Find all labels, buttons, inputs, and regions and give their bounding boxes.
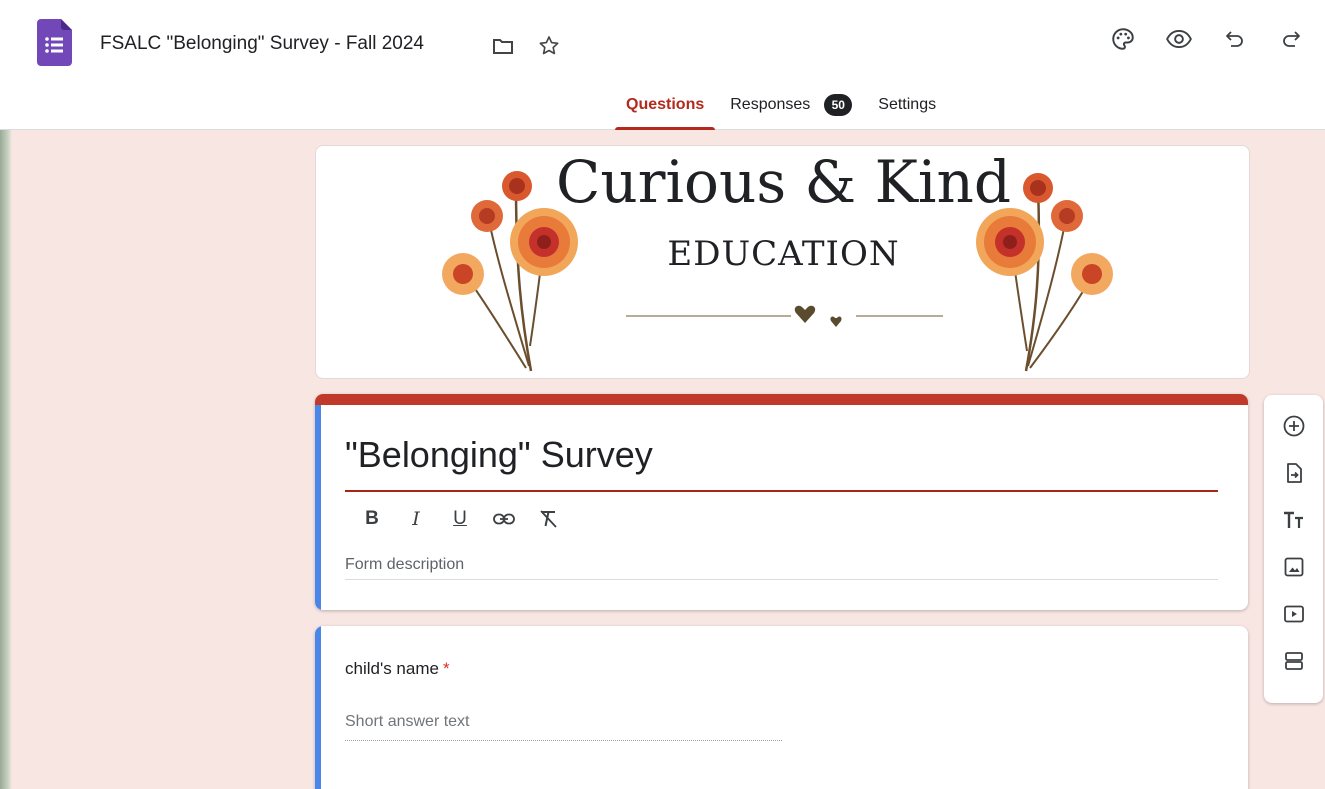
- add-image-icon[interactable]: [1278, 551, 1310, 583]
- tab-questions[interactable]: Questions: [613, 96, 717, 130]
- eye-icon[interactable]: [1165, 25, 1193, 53]
- title-underline: [345, 490, 1218, 492]
- app-header: FSALC "Belonging" Survey - Fall 2024 Que…: [0, 0, 1325, 130]
- answer-underline: [345, 740, 782, 741]
- short-answer-placeholder: Short answer text: [345, 713, 470, 730]
- form-tabs: Questions Responses 50 Settings: [613, 94, 949, 130]
- add-title-icon[interactable]: [1278, 504, 1310, 536]
- question-title[interactable]: child's name *: [345, 659, 450, 679]
- banner-subtitle: EDUCATION: [667, 234, 900, 274]
- responses-count-badge: 50: [824, 94, 853, 116]
- tab-settings[interactable]: Settings: [865, 96, 949, 130]
- import-questions-icon[interactable]: [1278, 457, 1310, 489]
- focus-indicator: [315, 626, 321, 789]
- floating-toolbar: [1264, 395, 1323, 703]
- form-description-input[interactable]: Form description: [345, 556, 464, 574]
- add-question-icon[interactable]: [1278, 410, 1310, 442]
- header-banner-image: Curious & Kind EDUCATION: [315, 145, 1250, 379]
- form-title-card[interactable]: "Belonging" Survey B I U Form descriptio…: [315, 394, 1248, 610]
- tab-settings-label: Settings: [878, 96, 937, 113]
- tab-responses[interactable]: Responses 50: [717, 94, 865, 130]
- text-format-toolbar: B I U: [359, 506, 561, 532]
- palette-icon[interactable]: [1109, 25, 1137, 53]
- form-title-input[interactable]: "Belonging" Survey: [345, 434, 653, 476]
- tab-responses-label: Responses: [730, 96, 811, 113]
- tab-questions-label: Questions: [626, 96, 705, 113]
- required-asterisk: *: [442, 659, 450, 678]
- italic-icon[interactable]: I: [403, 506, 429, 532]
- link-icon[interactable]: [491, 506, 517, 532]
- add-video-icon[interactable]: [1278, 598, 1310, 630]
- forms-app-icon[interactable]: [37, 19, 72, 66]
- redo-icon[interactable]: [1277, 25, 1305, 53]
- add-section-icon[interactable]: [1278, 645, 1310, 677]
- document-title[interactable]: FSALC "Belonging" Survey - Fall 2024: [100, 33, 424, 55]
- undo-icon[interactable]: [1221, 25, 1249, 53]
- focus-indicator: [315, 405, 321, 610]
- description-underline: [345, 579, 1218, 580]
- banner-title: Curious & Kind: [556, 148, 1011, 216]
- question-card[interactable]: child's name * Short answer text: [315, 626, 1248, 789]
- bold-icon[interactable]: B: [359, 506, 385, 532]
- question-title-text: child's name: [345, 659, 439, 678]
- underline-icon[interactable]: U: [447, 506, 473, 532]
- star-icon[interactable]: [535, 32, 563, 60]
- folder-icon[interactable]: [489, 32, 517, 60]
- clear-format-icon[interactable]: [535, 506, 561, 532]
- theme-color-bar: [315, 394, 1248, 405]
